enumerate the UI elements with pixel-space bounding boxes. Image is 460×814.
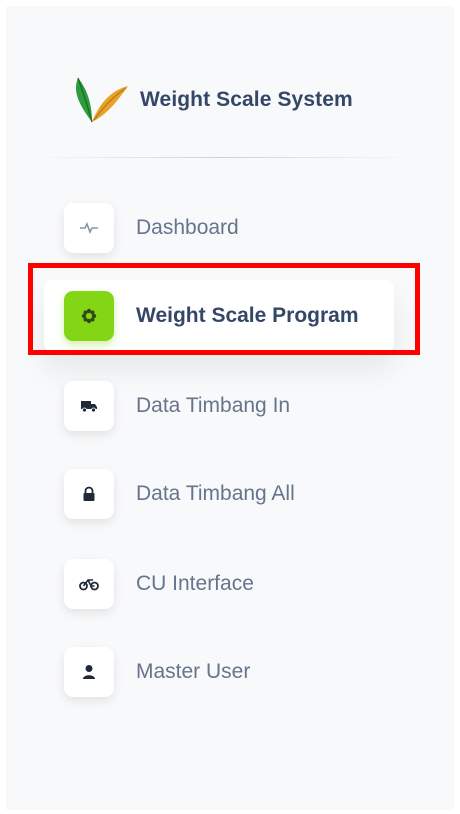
sidebar-item-label: Weight Scale Program [136, 304, 359, 327]
sidebar-item-label: Data Timbang In [136, 394, 291, 417]
sidebar-item-data-timbang-in[interactable]: Data Timbang In [44, 370, 394, 442]
truck-icon [64, 381, 114, 431]
bicycle-icon [64, 559, 114, 609]
sidebar-item-label: Data Timbang All [136, 482, 295, 505]
lock-icon [64, 469, 114, 519]
divider [32, 157, 416, 158]
gear-flower-icon [64, 291, 114, 341]
sidebar-item-label: Dashboard [136, 216, 239, 239]
sidebar-item-label: CU Interface [136, 572, 254, 595]
leaf-logo-icon [70, 72, 132, 128]
brand[interactable]: Weight Scale System [70, 72, 353, 128]
sidebar-item-label: Master User [136, 660, 251, 683]
sidebar-item-weight-scale-program[interactable]: Weight Scale Program [44, 280, 394, 352]
sidebar-item-data-timbang-all[interactable]: Data Timbang All [44, 458, 394, 530]
sidebar-item-master-user[interactable]: Master User [44, 636, 394, 708]
pulse-icon [64, 203, 114, 253]
sidebar-item-cu-interface[interactable]: CU Interface [44, 548, 394, 620]
user-icon [64, 647, 114, 697]
sidebar-item-dashboard[interactable]: Dashboard [44, 192, 394, 264]
brand-title: Weight Scale System [140, 88, 353, 111]
